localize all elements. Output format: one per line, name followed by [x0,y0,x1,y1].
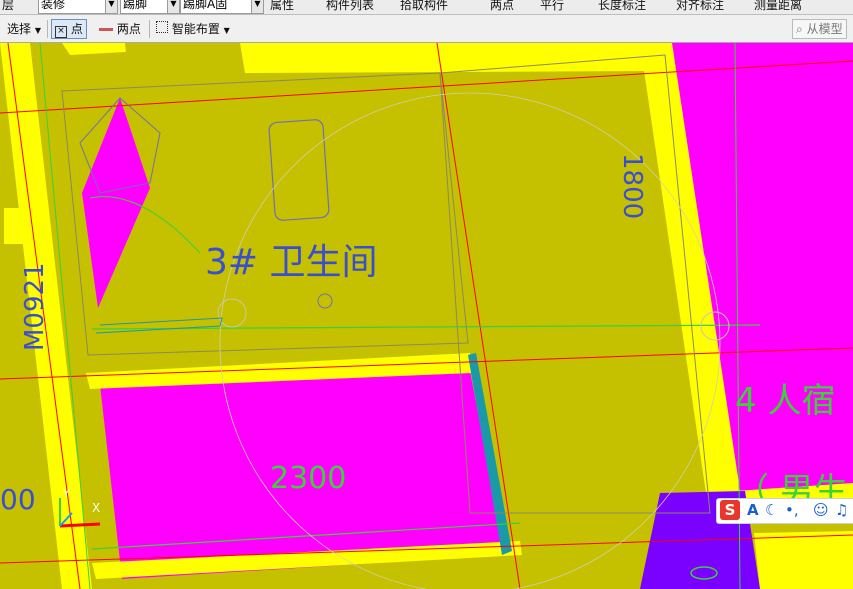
draw-toolbar: 选择 ▼ × 点 两点 智能布置 ▼ ⌕ 从模型 [0,15,853,43]
moon-icon[interactable]: ☾ [765,501,778,519]
component-combo[interactable]: 踢脚A固 ▼ [180,0,264,14]
punct-icon[interactable]: •, [785,501,799,519]
two-point-dim-button[interactable]: 两点 [490,0,514,13]
room-label: 3# 卫生间 [205,242,378,283]
top-toolbar: 层 装修 ▼ 踢脚 ▼ 踢脚A固 ▼ 属性 构件列表 拾取构件 两点 平行 长度标注 … [0,0,853,15]
chevron-down-icon: ▼ [251,0,263,13]
horizontal-dimension: 2300 [270,461,347,496]
from-model-button[interactable]: ⌕ 从模型 [792,19,847,39]
search-icon: ⌕ [796,22,803,36]
chevron-down-icon: ▼ [167,0,179,13]
ucs-x-axis [59,522,101,528]
line-icon [99,28,113,31]
chevron-down-icon: ▼ [223,26,230,35]
smile-icon[interactable]: ☺ [813,501,829,519]
cad-canvas[interactable]: 3# 卫生间 M0921 1800 2300 00 4 人宿 （ 男生 X Y … [0,43,853,589]
length-dim-button[interactable]: 长度标注 [598,0,646,13]
floor-label: 层 [2,0,15,12]
type-combo[interactable]: 踢脚 ▼ [120,0,180,14]
ime-logo[interactable]: S [720,500,740,520]
two-point-button[interactable]: 两点 [96,19,144,39]
component-list-button[interactable]: 构件列表 [326,0,374,13]
wall-corner [754,531,853,589]
align-dim-button[interactable]: 对齐标注 [676,0,724,13]
point-button[interactable]: × 点 [51,19,87,39]
ucs-y-label: Y [63,487,70,500]
separator [47,20,48,38]
wall-top [240,43,670,73]
ime-toolbar[interactable]: S A ☾ •, ☺ ♫ [716,498,853,524]
wall-stub [4,208,26,244]
ime-mode[interactable]: A [747,501,759,519]
pick-component-button[interactable]: 拾取构件 [400,0,448,13]
measure-distance-button[interactable]: 测量距离 [754,0,802,13]
vertical-dimension: 1800 [617,153,647,220]
dorm-label: 4 人宿 [735,381,836,421]
door-label: M0921 [20,262,50,351]
category-combo[interactable]: 装修 ▼ [38,0,118,14]
opening-top [125,43,255,73]
chevron-down-icon: ▼ [105,0,117,13]
grid-icon [156,21,168,33]
smart-layout-button[interactable]: 智能布置 ▼ [153,19,233,39]
ucs-x-label: X [92,501,101,515]
left-dimension: 00 [0,483,36,516]
properties-button[interactable]: 属性 [270,0,294,13]
mic-icon[interactable]: ♫ [835,501,848,519]
chevron-down-icon: ▼ [34,26,41,35]
separator [149,20,150,38]
select-button[interactable]: 选择 ▼ [4,19,44,39]
point-icon: × [55,26,67,38]
parallel-dim-button[interactable]: 平行 [540,0,564,13]
